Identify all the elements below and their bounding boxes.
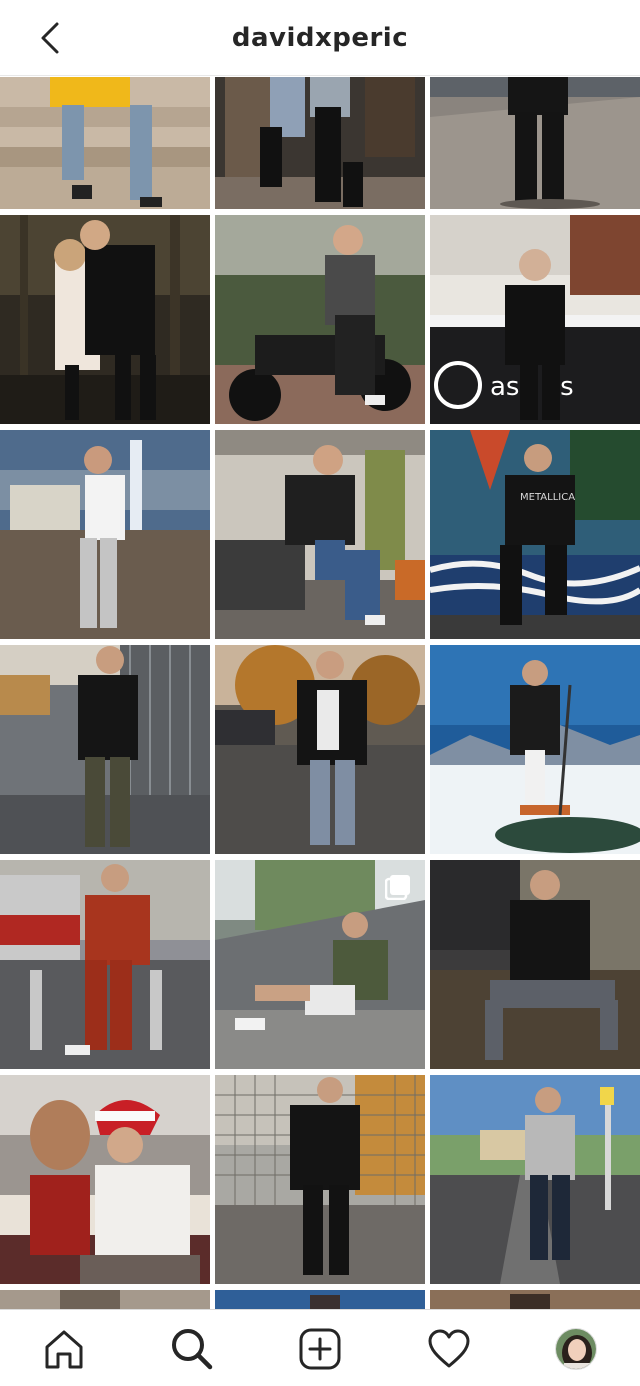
post-thumbnail-5[interactable] — [215, 215, 425, 424]
post-photo — [0, 860, 210, 1069]
post-thumbnail-2[interactable] — [215, 77, 425, 209]
post-thumbnail-4[interactable] — [0, 215, 210, 424]
shirt-text: METALLICA — [520, 492, 575, 503]
post-photo — [0, 77, 210, 209]
post-photo — [215, 215, 425, 424]
add-post-icon — [299, 1328, 341, 1370]
post-thumbnail-20[interactable] — [215, 1290, 425, 1309]
post-thumbnail-12[interactable] — [430, 645, 640, 854]
post-thumbnail-10[interactable] — [0, 645, 210, 854]
post-thumbnail-7[interactable] — [0, 430, 210, 639]
top-bar: davidxperic — [0, 0, 640, 76]
heart-icon — [428, 1329, 470, 1368]
tab-new-post[interactable] — [295, 1324, 345, 1374]
post-thumbnail-8[interactable] — [215, 430, 425, 639]
post-photo: asp as — [430, 215, 640, 424]
avatar[interactable] — [555, 1328, 597, 1370]
post-thumbnail-17[interactable] — [215, 1075, 425, 1284]
page-title: davidxperic — [231, 23, 409, 53]
post-photo — [215, 430, 425, 639]
post-photo — [0, 1075, 210, 1284]
post-photo — [215, 645, 425, 854]
post-thumbnail-19[interactable] — [0, 1290, 210, 1309]
post-photo — [215, 77, 425, 209]
post-photo — [0, 215, 210, 424]
post-thumbnail-21[interactable] — [430, 1290, 640, 1309]
multiple-photos-icon — [385, 875, 410, 900]
bottom-tab-bar — [0, 1309, 640, 1386]
post-thumbnail-11[interactable] — [215, 645, 425, 854]
post-thumbnail-6[interactable]: asp as — [430, 215, 640, 424]
post-thumbnail-16[interactable] — [0, 1075, 210, 1284]
post-thumbnail-3[interactable] — [430, 77, 640, 209]
post-photo — [430, 645, 640, 854]
tab-home[interactable] — [39, 1324, 89, 1374]
post-thumbnail-1[interactable] — [0, 77, 210, 209]
post-thumbnail-15[interactable] — [430, 860, 640, 1069]
post-photo: METALLICA — [430, 430, 640, 639]
tab-activity[interactable] — [424, 1324, 474, 1374]
post-photo — [0, 1290, 210, 1309]
post-photo — [430, 77, 640, 209]
post-photo — [0, 645, 210, 854]
post-photo — [215, 1075, 425, 1284]
post-photo — [430, 860, 640, 1069]
profile-photo — [556, 1329, 596, 1369]
post-photo — [430, 1290, 640, 1309]
home-icon — [45, 1330, 83, 1369]
post-photo — [215, 1290, 425, 1309]
posts-grid: asp as — [0, 77, 640, 1309]
search-icon — [172, 1329, 213, 1370]
post-thumbnail-13[interactable] — [0, 860, 210, 1069]
tab-search[interactable] — [167, 1324, 217, 1374]
post-thumbnail-9[interactable]: METALLICA — [430, 430, 640, 639]
post-photo — [430, 1075, 640, 1284]
post-thumbnail-18[interactable] — [430, 1075, 640, 1284]
post-photo — [0, 430, 210, 639]
post-thumbnail-14[interactable] — [215, 860, 425, 1069]
